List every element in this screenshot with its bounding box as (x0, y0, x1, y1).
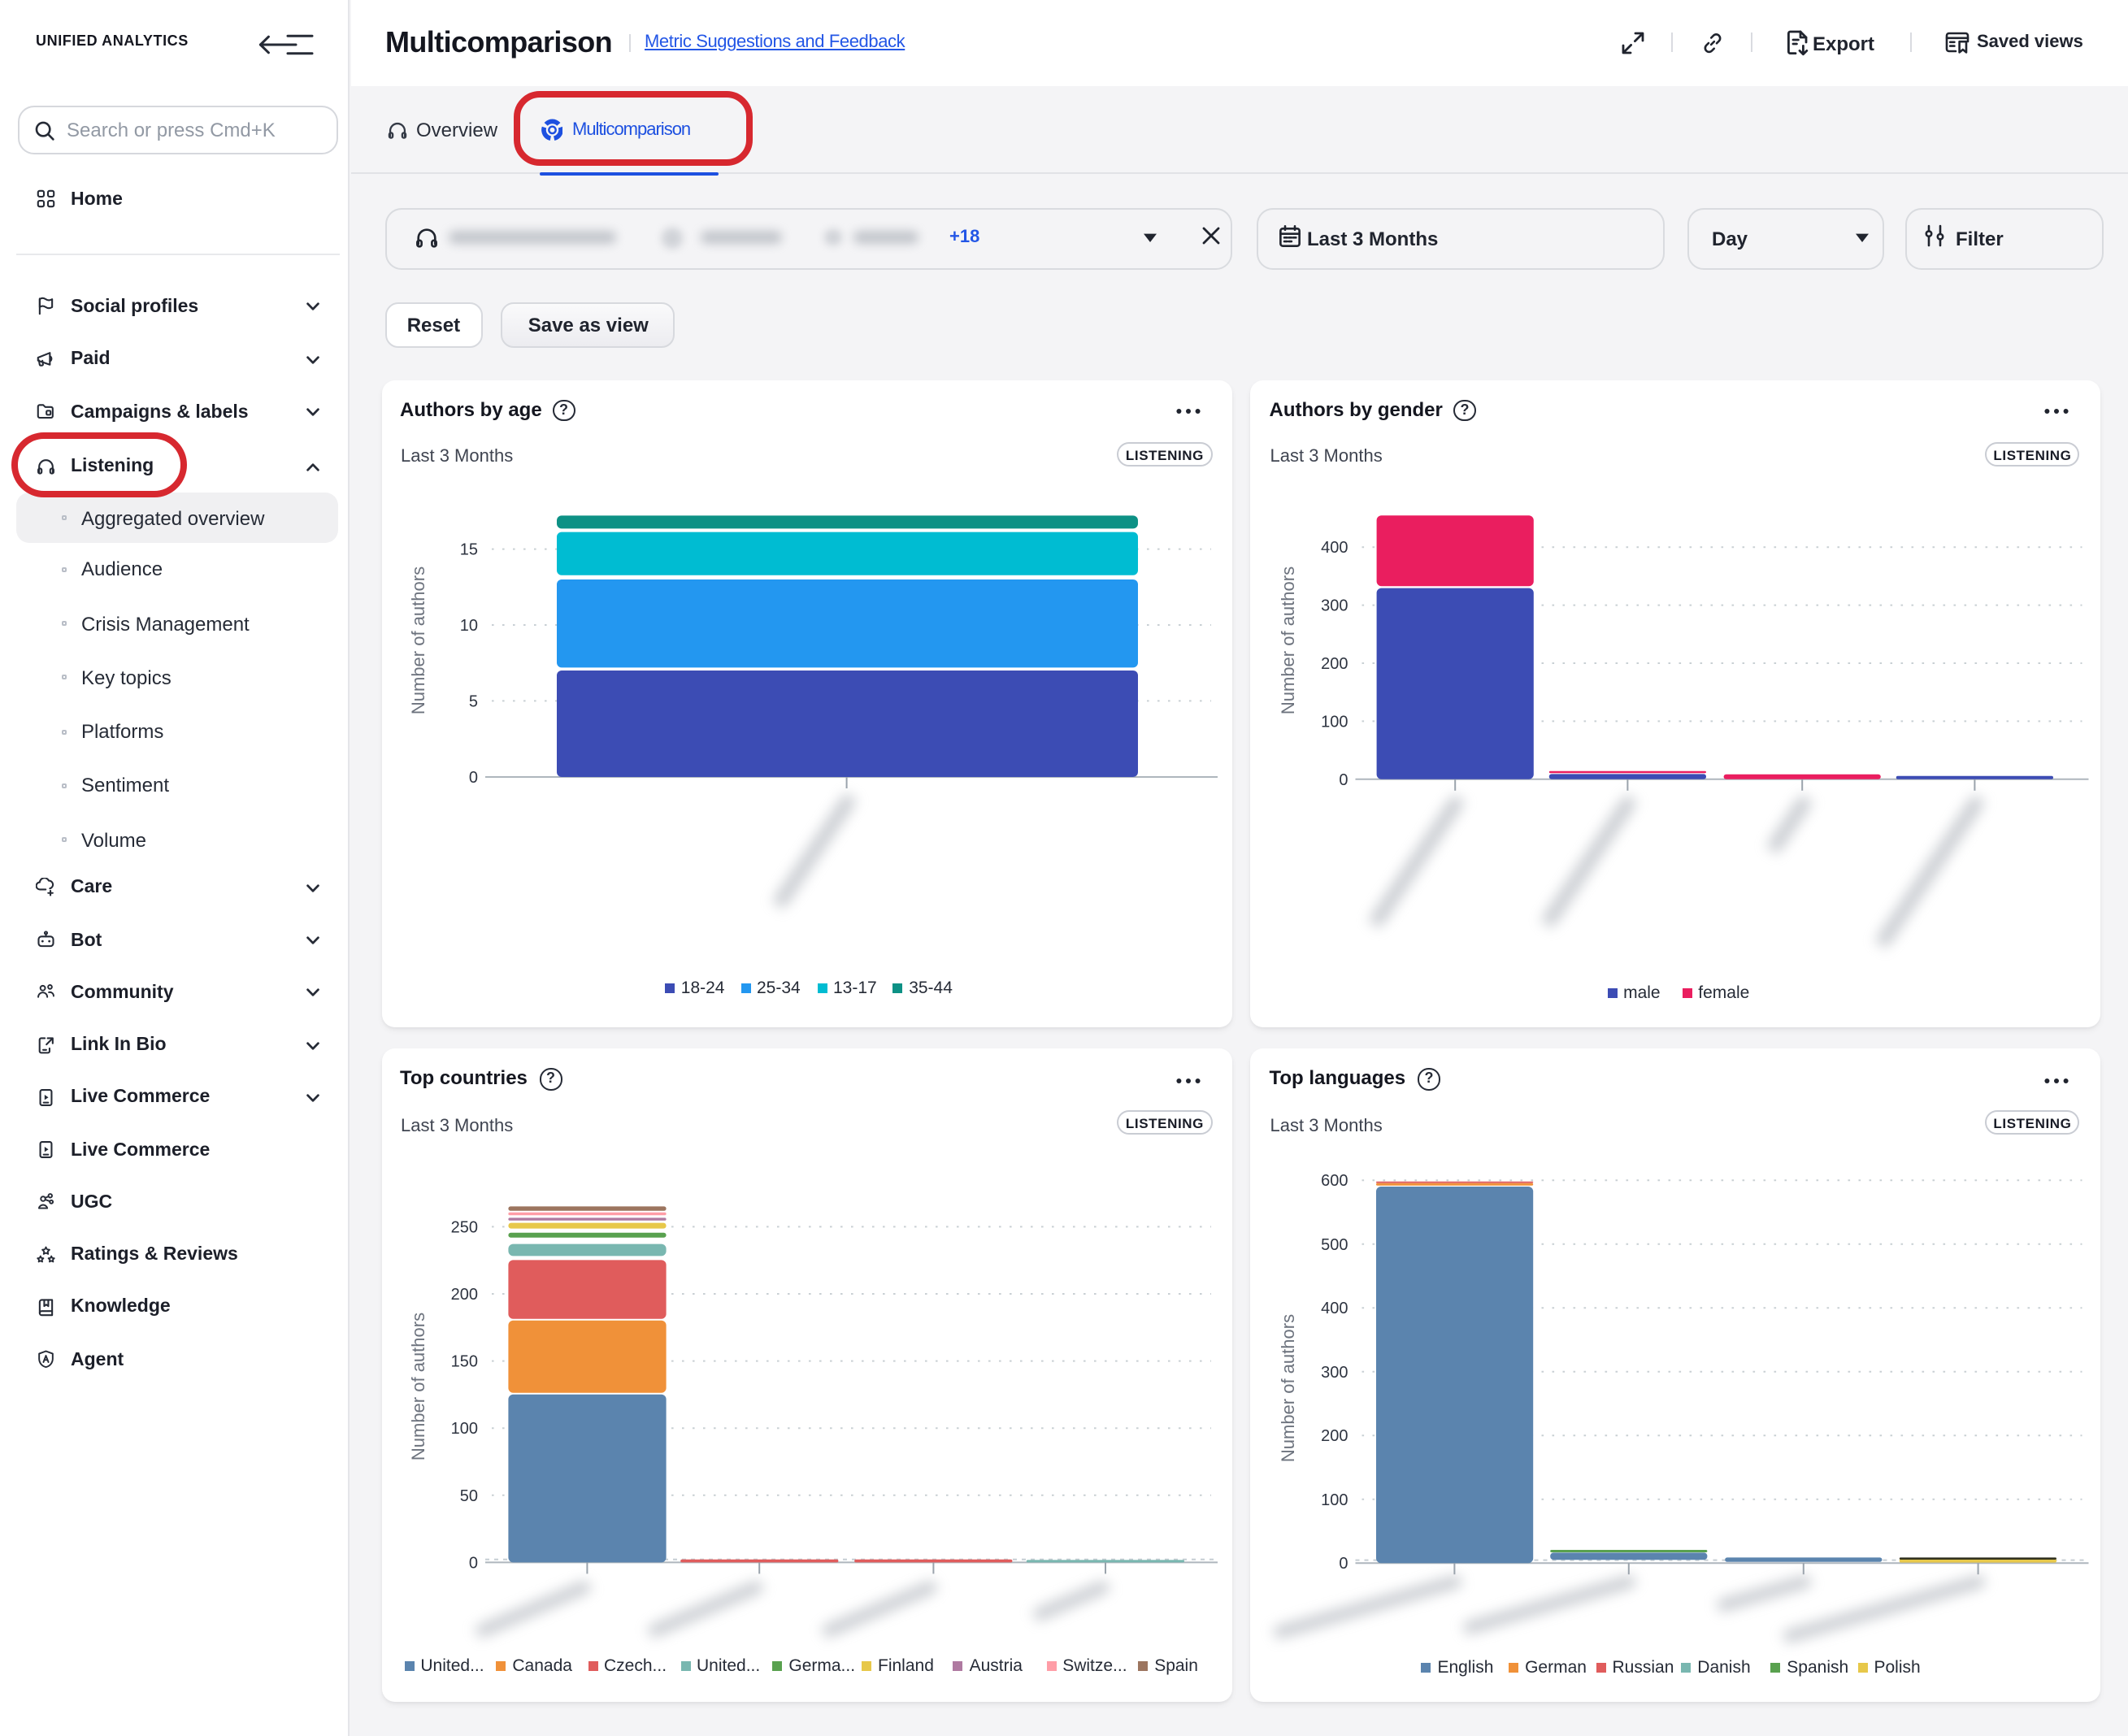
svg-text:150: 150 (450, 1353, 477, 1371)
svg-text:0: 0 (468, 1554, 477, 1572)
svg-text:200: 200 (450, 1286, 477, 1304)
svg-text:600: 600 (1322, 1172, 1348, 1190)
svg-text:5: 5 (468, 692, 477, 710)
svg-text:200: 200 (1322, 655, 1348, 673)
svg-text:100: 100 (1322, 1491, 1348, 1509)
svg-text:300: 300 (1322, 597, 1348, 614)
svg-text:100: 100 (450, 1420, 477, 1438)
svg-text:200: 200 (1322, 1427, 1348, 1445)
svg-text:400: 400 (1322, 539, 1348, 557)
svg-text:0: 0 (468, 769, 477, 787)
svg-text:50: 50 (459, 1487, 477, 1505)
svg-text:400: 400 (1322, 1300, 1348, 1317)
svg-text:10: 10 (459, 617, 477, 635)
svg-text:0: 0 (1340, 770, 1348, 788)
svg-text:0: 0 (1340, 1555, 1348, 1573)
svg-text:100: 100 (1322, 713, 1348, 731)
svg-text:15: 15 (459, 540, 477, 558)
svg-text:300: 300 (1322, 1364, 1348, 1382)
svg-text:250: 250 (450, 1218, 477, 1236)
svg-text:500: 500 (1322, 1236, 1348, 1254)
